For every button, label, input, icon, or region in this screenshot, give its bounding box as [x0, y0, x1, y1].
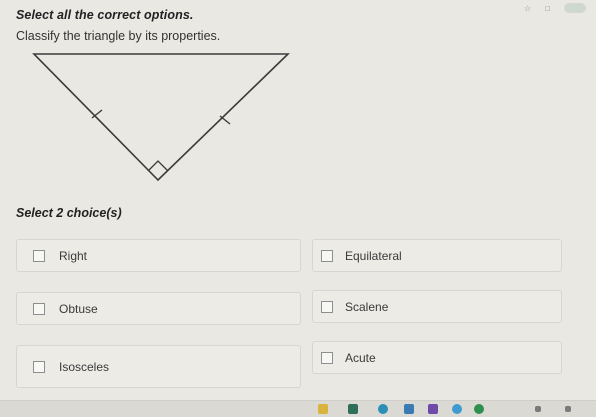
triangle-diagram	[32, 53, 290, 182]
top-strip-icon: □	[545, 3, 550, 13]
taskbar	[0, 400, 596, 417]
checkbox-icon[interactable]	[33, 249, 45, 262]
store-icon[interactable]	[348, 404, 358, 414]
question-prompt: Classify the triangle by its properties.	[16, 29, 221, 43]
choice-scalene[interactable]: Scalene	[312, 290, 562, 323]
app-icon[interactable]	[474, 404, 484, 414]
choice-obtuse[interactable]: Obtuse	[16, 292, 301, 325]
choice-equilateral[interactable]: Equilateral	[312, 239, 562, 272]
checkbox-icon[interactable]	[321, 300, 333, 313]
choice-right[interactable]: Right	[16, 239, 301, 272]
browser-icon[interactable]	[378, 404, 388, 414]
checkbox-icon[interactable]	[321, 249, 333, 262]
browser-top-strip: ☆ □	[406, 0, 596, 16]
app-icon[interactable]	[404, 404, 414, 414]
choice-label: Obtuse	[59, 301, 98, 316]
choice-label: Scalene	[345, 299, 389, 314]
tray-icon	[535, 406, 541, 412]
app-icon[interactable]	[428, 404, 438, 414]
choice-label: Equilateral	[345, 248, 402, 263]
top-strip-button[interactable]	[564, 3, 586, 13]
folder-icon[interactable]	[318, 404, 328, 414]
choice-label: Acute	[345, 350, 376, 365]
triangle-figure	[30, 50, 300, 195]
checkbox-icon[interactable]	[33, 302, 45, 315]
checkbox-icon[interactable]	[33, 360, 45, 373]
select-count-label: Select 2 choice(s)	[16, 206, 122, 220]
choice-isosceles[interactable]: Isosceles	[16, 345, 301, 388]
choice-label: Isosceles	[59, 359, 110, 374]
app-icon[interactable]	[452, 404, 462, 414]
tray-icon	[565, 406, 571, 412]
checkbox-icon[interactable]	[321, 351, 333, 364]
tick-mark-icon	[219, 115, 231, 125]
choice-label: Right	[59, 248, 88, 263]
question-title: Select all the correct options.	[16, 8, 194, 22]
choice-acute[interactable]: Acute	[312, 341, 562, 374]
angle-mark-icon	[147, 160, 169, 172]
triangle-outline	[32, 53, 290, 182]
top-strip-icon: ☆	[523, 3, 532, 13]
